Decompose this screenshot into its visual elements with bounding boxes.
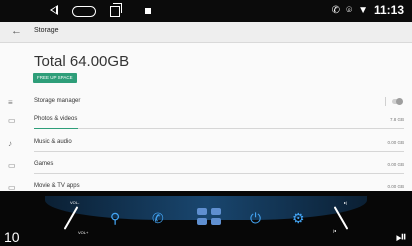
notification-square-icon xyxy=(145,8,151,14)
total-value: 64.00GB xyxy=(69,53,130,70)
prev-track-icon[interactable]: |◂ xyxy=(333,228,336,233)
play-pause-icon[interactable]: ⏯ xyxy=(396,228,407,245)
usage-fill xyxy=(34,128,79,129)
channel-number: 10 xyxy=(4,229,20,245)
divider xyxy=(385,97,386,106)
row-label: Storage manager xyxy=(34,98,81,104)
nav-home-icon[interactable] xyxy=(72,6,96,17)
next-track-icon[interactable]: ▸| xyxy=(344,200,347,205)
apps-grid-icon[interactable] xyxy=(197,208,223,232)
storage-list-icon: ≡ xyxy=(8,98,13,107)
row-size: 0.00 GB xyxy=(387,184,404,189)
storage-content: Total 64.00GB FREE UP SPACE ≡ Storage ma… xyxy=(0,43,412,196)
location-pin-icon[interactable]: ⚲ xyxy=(110,210,120,227)
apps-grid-cell xyxy=(197,218,207,225)
row-label: Music & audio xyxy=(34,139,72,145)
photos-icon: ▭ xyxy=(8,116,16,125)
page-title: Storage xyxy=(34,27,59,34)
status-bar: ✆ ⌾ ▼ 11:13 xyxy=(0,0,412,22)
location-status-icon: ⌾ xyxy=(346,4,353,16)
row-label: Photos & videos xyxy=(34,116,78,122)
row-size: 7.8 GB xyxy=(389,117,404,122)
usage-bar xyxy=(34,173,404,174)
row-size: 0.00 GB xyxy=(387,140,404,145)
nav-back-icon[interactable] xyxy=(50,5,58,15)
total-label: Total xyxy=(34,53,66,70)
usage-bar xyxy=(34,151,404,152)
vol-minus-label: VOL- xyxy=(70,200,80,205)
storage-manager-toggle[interactable] xyxy=(392,98,403,105)
power-icon[interactable]: ⏻ xyxy=(250,210,261,227)
row-storage-manager[interactable]: ≡ Storage manager xyxy=(0,96,412,116)
status-time: 11:13 xyxy=(373,3,404,17)
apps-grid-cell xyxy=(211,218,221,225)
free-up-space-button[interactable]: FREE UP SPACE xyxy=(33,73,77,83)
wifi-icon: ▼ xyxy=(358,4,368,16)
gamepad-icon: ▭ xyxy=(8,161,16,170)
row-music-audio[interactable]: ♪ Music & audio 0.00 GB xyxy=(0,137,412,157)
arrow-left-icon[interactable]: ← xyxy=(11,25,22,37)
app-bar: ← Storage xyxy=(0,22,412,43)
apps-grid-cell xyxy=(211,208,221,215)
status-right: ✆ ⌾ ▼ 11:13 xyxy=(332,3,404,17)
usage-bar xyxy=(34,128,404,129)
row-label: Games xyxy=(34,161,54,167)
nav-recents-icon[interactable] xyxy=(110,3,122,17)
apps-grid-cell xyxy=(197,208,207,215)
phone-icon[interactable]: ✆ xyxy=(152,210,164,227)
vol-plus-label: VOL+ xyxy=(78,230,89,235)
storage-total: Total 64.00GB xyxy=(34,53,129,70)
settings-gear-icon[interactable]: ⚙ xyxy=(292,210,305,227)
row-size: 0.00 GB xyxy=(387,162,404,167)
phone-status-icon: ✆ xyxy=(331,4,341,16)
row-photos-videos[interactable]: ▭ Photos & videos 7.8 GB xyxy=(0,114,412,134)
row-label: Movie & TV apps xyxy=(34,183,80,189)
music-note-icon: ♪ xyxy=(8,139,12,148)
row-games[interactable]: ▭ Games 0.00 GB xyxy=(0,159,412,179)
